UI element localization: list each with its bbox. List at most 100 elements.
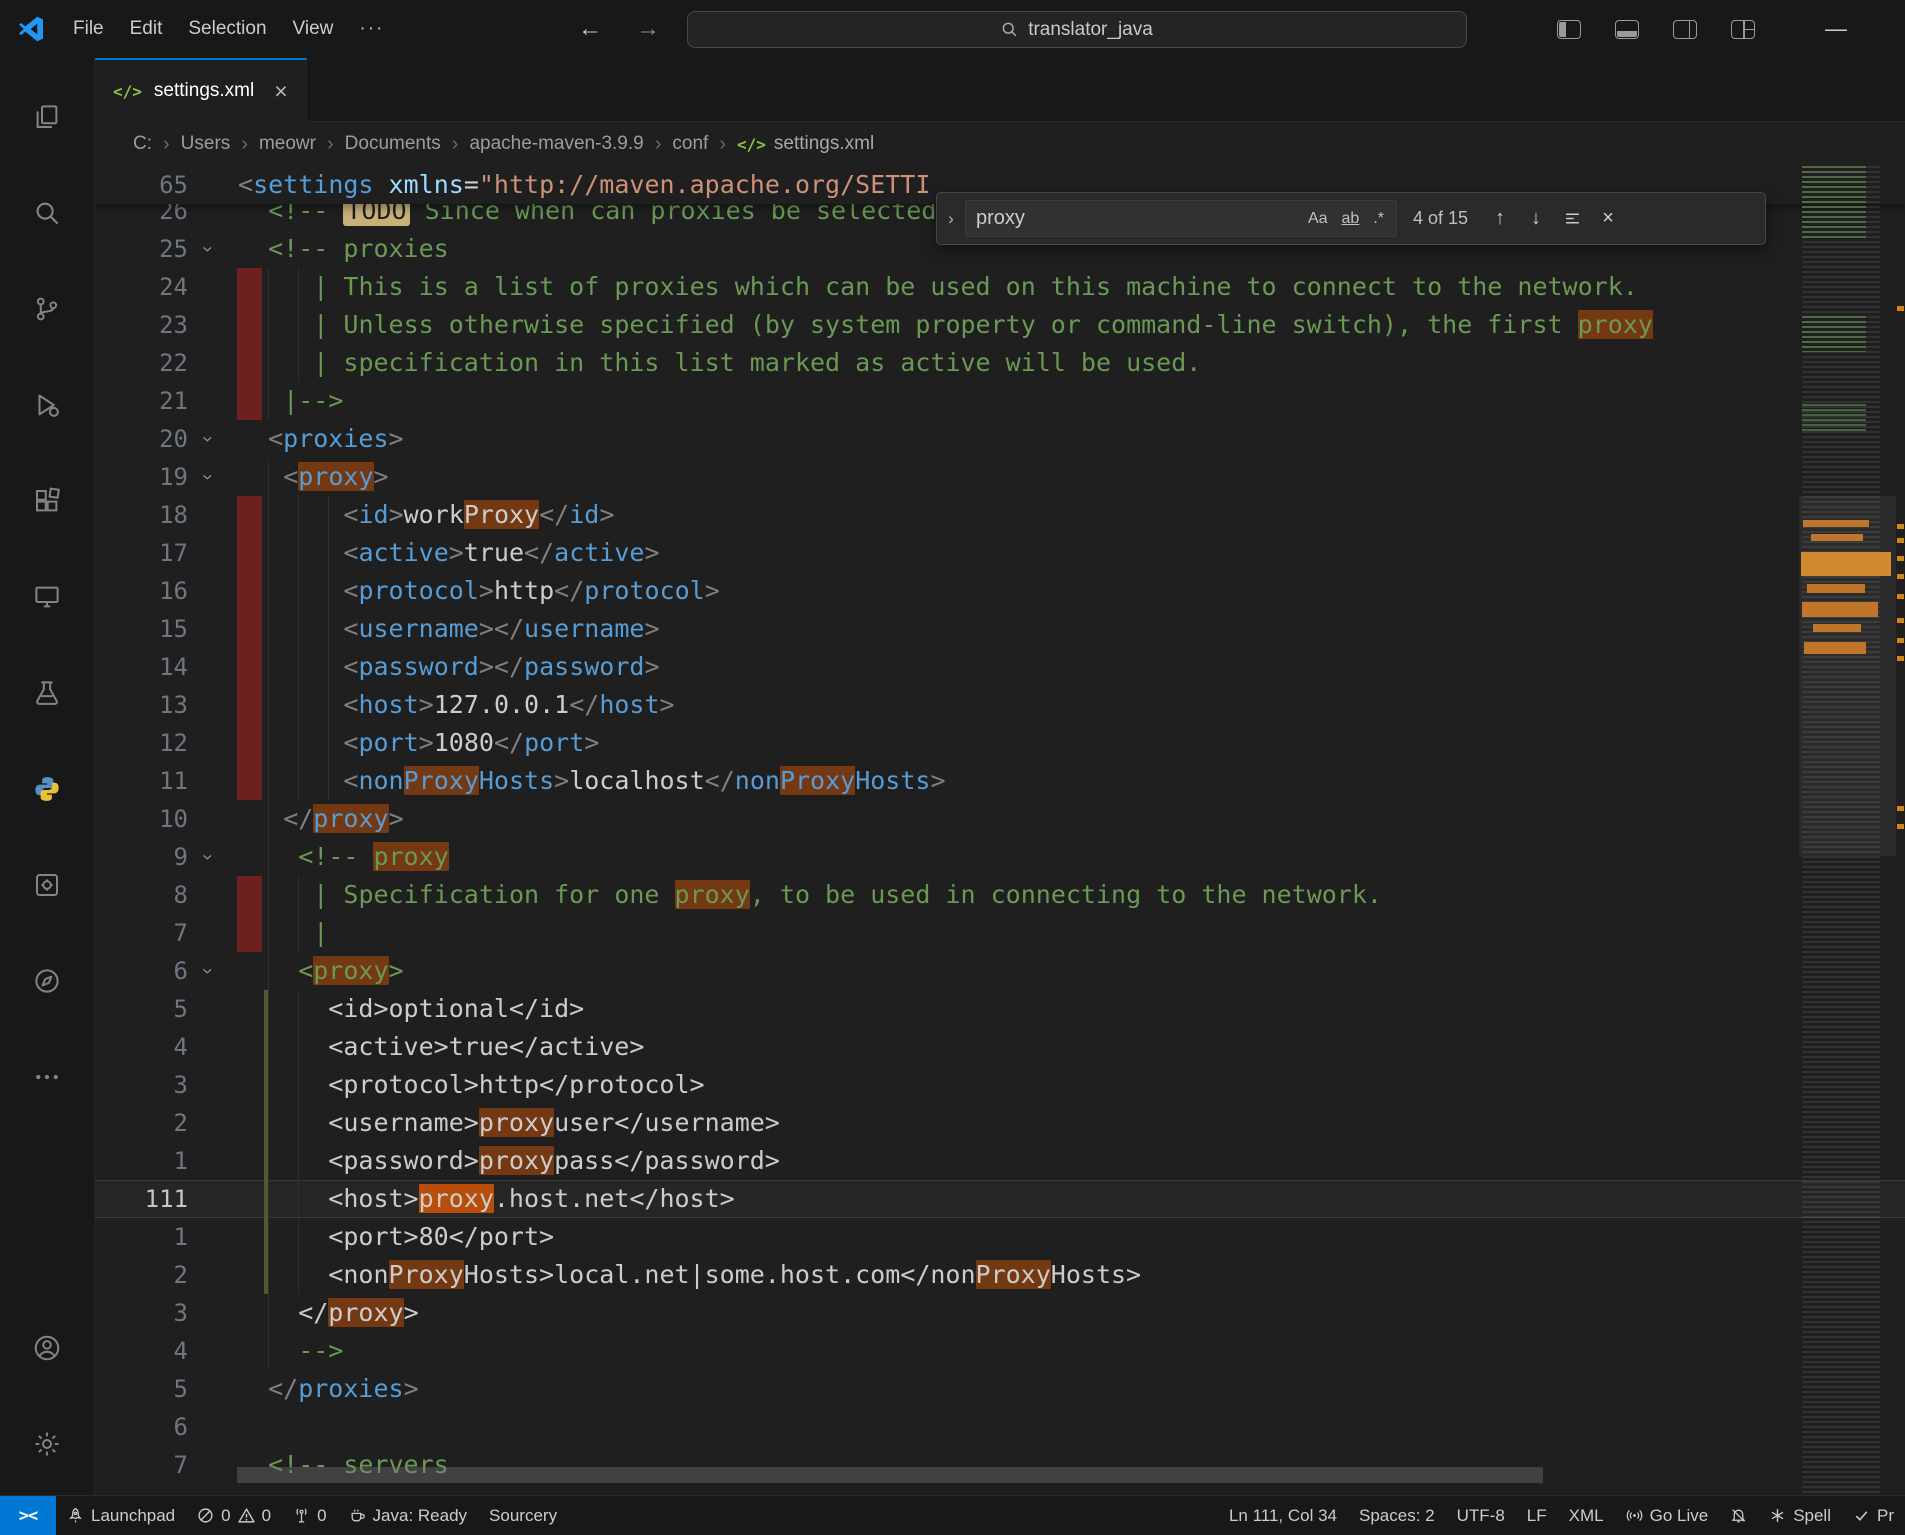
code-line[interactable]: 5</proxies> — [95, 1370, 1905, 1408]
code-line[interactable]: 24| This is a list of proxies which can … — [95, 268, 1905, 306]
search-icon[interactable] — [32, 198, 62, 228]
code-line[interactable]: 18<id>workProxy</id> — [95, 496, 1905, 534]
code-line[interactable]: 15<username></username> — [95, 610, 1905, 648]
find-input-box[interactable]: Aa ab .* — [965, 200, 1397, 237]
python-icon[interactable] — [32, 774, 62, 804]
line-number[interactable]: 7 — [95, 914, 188, 952]
tab-close-icon[interactable]: × — [274, 80, 287, 103]
cursor-position-status[interactable]: Ln 111, Col 34 — [1218, 1496, 1348, 1535]
breadcrumb-item[interactable]: C: — [133, 133, 152, 155]
whole-word-button[interactable]: ab — [1336, 208, 1366, 230]
line-number[interactable]: 24 — [95, 268, 188, 306]
line-number[interactable]: 111 — [95, 1180, 188, 1218]
toggle-secondary-sidebar-icon[interactable] — [1673, 20, 1697, 39]
breadcrumb-item[interactable]: Documents — [345, 133, 441, 155]
code-line[interactable]: 17<active>true</active> — [95, 534, 1905, 572]
line-number[interactable]: 10 — [95, 800, 188, 838]
breadcrumb-item[interactable]: conf — [672, 133, 708, 155]
line-number[interactable]: 20 — [95, 420, 188, 458]
window-minimize-button[interactable]: — — [1825, 0, 1847, 58]
code-line[interactable]: 1<port>80</port> — [95, 1218, 1905, 1256]
find-input[interactable] — [976, 207, 1300, 230]
regex-button[interactable]: .* — [1367, 208, 1390, 230]
spell-checker-status[interactable]: Spell — [1758, 1496, 1842, 1535]
find-in-selection-icon[interactable] — [1554, 201, 1590, 237]
code-line[interactable]: 22| specification in this list marked as… — [95, 344, 1905, 382]
line-number[interactable]: 25 — [95, 230, 188, 268]
line-number[interactable]: 6 — [95, 952, 188, 990]
testing-icon[interactable] — [32, 678, 62, 708]
launchpad-status[interactable]: Launchpad — [56, 1496, 186, 1535]
line-number[interactable]: 1 — [95, 1142, 188, 1180]
line-number[interactable]: 3 — [95, 1294, 188, 1332]
navigate-forward-button[interactable]: → — [636, 0, 660, 58]
notifications-status[interactable] — [1719, 1496, 1758, 1535]
code-line[interactable]: 12<port>1080</port> — [95, 724, 1905, 762]
code-line[interactable]: 14<password></password> — [95, 648, 1905, 686]
breadcrumb-file[interactable]: </> settings.xml — [737, 133, 874, 155]
line-number[interactable]: 1 — [95, 1218, 188, 1256]
java-status[interactable]: Java: Ready — [338, 1496, 479, 1535]
line-number[interactable]: 11 — [95, 762, 188, 800]
command-center-search[interactable]: translator_java — [687, 11, 1467, 48]
toggle-panel-icon[interactable] — [1615, 20, 1639, 39]
code-line[interactable]: 6›<proxy> — [95, 952, 1905, 990]
breadcrumb-item[interactable]: meowr — [259, 133, 316, 155]
horizontal-scrollbar[interactable] — [237, 1467, 1543, 1483]
breadcrumb-item[interactable]: Users — [181, 133, 231, 155]
line-number[interactable]: 2 — [95, 1256, 188, 1294]
code-line[interactable]: 20›<proxies> — [95, 420, 1905, 458]
find-close-button[interactable]: × — [1590, 201, 1626, 237]
line-number[interactable]: 12 — [95, 724, 188, 762]
eol-status[interactable]: LF — [1516, 1496, 1558, 1535]
minimap[interactable] — [1799, 166, 1896, 1495]
navigate-back-button[interactable]: ← — [578, 0, 602, 58]
tools-icon[interactable] — [32, 870, 62, 900]
code-line[interactable]: 8| Specification for one proxy, to be us… — [95, 876, 1905, 914]
overview-ruler[interactable] — [1896, 166, 1905, 1495]
code-line[interactable]: 1<password>proxypass</password> — [95, 1142, 1905, 1180]
more-icon[interactable] — [32, 1062, 62, 1092]
line-number[interactable]: 6 — [95, 1408, 188, 1446]
line-number[interactable]: 9 — [95, 838, 188, 876]
code-line[interactable]: 3</proxy> — [95, 1294, 1905, 1332]
code-line[interactable]: 9›<!-- proxy — [95, 838, 1905, 876]
code-line[interactable]: 3<protocol>http</protocol> — [95, 1066, 1905, 1104]
go-live-status[interactable]: Go Live — [1615, 1496, 1720, 1535]
code-line[interactable]: 23| Unless otherwise specified (by syste… — [95, 306, 1905, 344]
line-number[interactable]: 65 — [95, 166, 188, 204]
line-number[interactable]: 17 — [95, 534, 188, 572]
indentation-status[interactable]: Spaces: 2 — [1348, 1496, 1446, 1535]
line-number[interactable]: 7 — [95, 1446, 188, 1484]
line-number[interactable]: 23 — [95, 306, 188, 344]
code-line[interactable]: 11<nonProxyHosts>localhost</nonProxyHost… — [95, 762, 1905, 800]
ports-status[interactable]: 0 — [282, 1496, 337, 1535]
code-line[interactable]: 4--> — [95, 1332, 1905, 1370]
line-number[interactable]: 3 — [95, 1066, 188, 1104]
fold-chevron-icon[interactable]: › — [188, 465, 226, 489]
remote-indicator[interactable]: >< — [0, 1496, 56, 1535]
line-number[interactable]: 8 — [95, 876, 188, 914]
line-number[interactable]: 26 — [95, 204, 188, 230]
account-icon[interactable] — [32, 1333, 62, 1363]
line-number[interactable]: 18 — [95, 496, 188, 534]
code-line[interactable]: 2<nonProxyHosts>local.net|some.host.com<… — [95, 1256, 1905, 1294]
fold-chevron-icon[interactable]: › — [188, 237, 226, 261]
language-mode-status[interactable]: XML — [1558, 1496, 1615, 1535]
line-number[interactable]: 21 — [95, 382, 188, 420]
code-line[interactable]: 2<username>proxyuser</username> — [95, 1104, 1905, 1142]
fold-chevron-icon[interactable]: › — [188, 845, 226, 869]
line-number[interactable]: 5 — [95, 990, 188, 1028]
compass-icon[interactable] — [32, 966, 62, 996]
line-number[interactable]: 2 — [95, 1104, 188, 1142]
encoding-status[interactable]: UTF-8 — [1446, 1496, 1516, 1535]
line-number[interactable]: 22 — [95, 344, 188, 382]
source-control-icon[interactable] — [32, 294, 62, 324]
menu-view[interactable]: View — [280, 12, 347, 46]
code-area[interactable]: 26<!-- TODO Since when can proxies be se… — [95, 204, 1905, 1484]
menu-edit[interactable]: Edit — [117, 12, 176, 46]
remote-explorer-icon[interactable] — [32, 582, 62, 612]
code-line[interactable]: 7| — [95, 914, 1905, 952]
minimap-slider[interactable] — [1799, 496, 1896, 856]
sourcery-status[interactable]: Sourcery — [478, 1496, 568, 1535]
